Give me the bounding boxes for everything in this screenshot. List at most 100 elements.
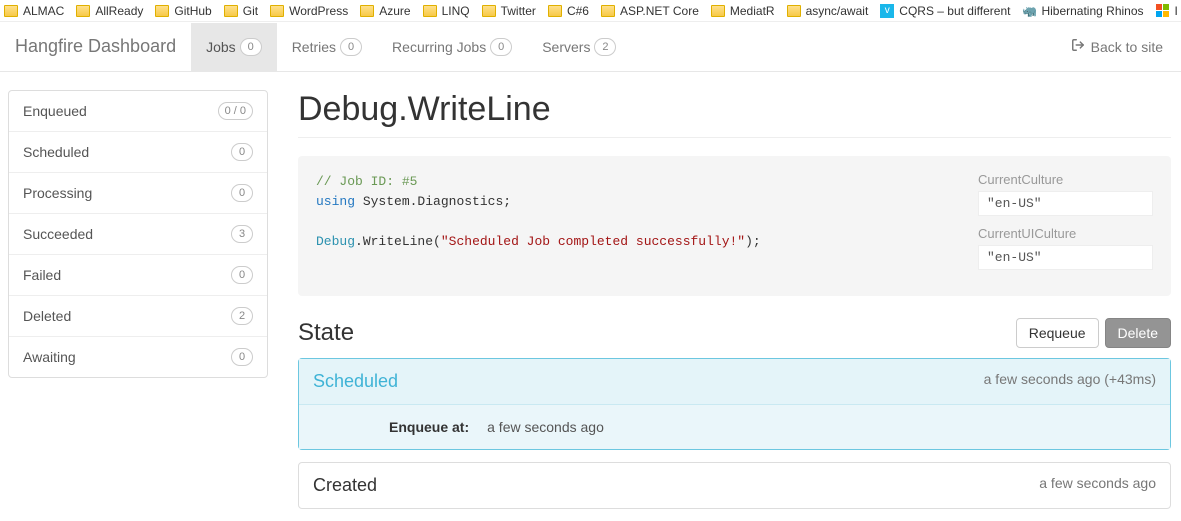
sidebar-item-count: 2 [231,307,253,325]
page-title: Debug.WriteLine [298,90,1171,129]
sidebar-item-label: Scheduled [23,144,89,160]
bookmark-item[interactable]: I [1156,4,1178,18]
bookmark-label: GitHub [174,4,211,18]
panel-title: Scheduled [313,371,398,392]
folder-icon [601,5,615,17]
state-heading: State [298,319,354,347]
nav-tab-retries[interactable]: Retries0 [277,23,377,71]
culture-label: CurrentCulture [978,172,1153,187]
top-navbar: Hangfire Dashboard Jobs0Retries0Recurrin… [0,22,1181,72]
code-keyword: using [316,194,355,209]
sign-out-icon [1071,38,1085,55]
tab-label: Jobs [206,39,236,55]
state-header: State Requeue Delete [298,318,1171,348]
sidebar-item-label: Processing [23,185,92,201]
bookmark-item[interactable]: GitHub [155,4,211,18]
bookmark-item[interactable]: AllReady [76,4,143,18]
bookmark-item[interactable]: Azure [360,4,410,18]
sidebar-item-label: Awaiting [23,349,76,365]
bookmark-label: ALMAC [23,4,64,18]
bookmark-item[interactable]: vCQRS – but different [880,4,1010,18]
state-panel-scheduled: Scheduleda few seconds ago (+43ms)Enqueu… [298,358,1171,450]
bookmark-item[interactable]: ALMAC [4,4,64,18]
code-class: Debug [316,234,355,249]
sidebar-item-failed[interactable]: Failed 0 [9,255,267,296]
panel-body-value: a few seconds ago [487,419,604,435]
bookmark-label: I [1175,4,1178,18]
code-string: "Scheduled Job completed successfully!" [441,234,745,249]
tab-count: 0 [490,38,512,56]
back-to-site-link[interactable]: Back to site [1053,23,1181,70]
sidebar-item-label: Succeeded [23,226,93,242]
sidebar-item-count: 3 [231,225,253,243]
folder-icon [482,5,496,17]
bookmark-label: async/await [806,4,869,18]
panel-title: Created [313,475,377,496]
bookmark-label: WordPress [289,4,348,18]
job-code-block: // Job ID: #5 using System.Diagnostics; … [298,156,1171,296]
back-to-site-label: Back to site [1091,39,1163,55]
folder-icon [4,5,18,17]
bookmarks-bar: ALMAC AllReady GitHub Git WordPress Azure LINQ… [0,0,1181,22]
bookmark-item[interactable]: MediatR [711,4,775,18]
panel-time: a few seconds ago [1039,475,1156,491]
sidebar-item-count: 0 [231,184,253,202]
bookmark-item[interactable]: Git [224,4,258,18]
bookmark-item[interactable]: Twitter [482,4,536,18]
tab-count: 2 [594,38,616,56]
bookmark-label: Twitter [501,4,536,18]
folder-icon [155,5,169,17]
main-content: Debug.WriteLine // Job ID: #5 using Syst… [298,90,1171,521]
bookmark-label: LINQ [442,4,470,18]
code-namespace: System.Diagnostics [363,194,503,209]
sidebar-item-deleted[interactable]: Deleted 2 [9,296,267,337]
state-panels: Scheduleda few seconds ago (+43ms)Enqueu… [298,358,1171,509]
sidebar-item-scheduled[interactable]: Scheduled 0 [9,132,267,173]
sidebar-item-label: Deleted [23,308,71,324]
folder-icon [224,5,238,17]
requeue-button[interactable]: Requeue [1016,318,1099,348]
tab-label: Recurring Jobs [392,39,486,55]
nav-tabs: Jobs0Retries0Recurring Jobs0Servers2 [191,23,631,71]
bookmark-item[interactable]: LINQ [423,4,470,18]
bookmark-item[interactable]: async/await [787,4,869,18]
sidebar-item-count: 0 [231,348,253,366]
sidebar-item-processing[interactable]: Processing 0 [9,173,267,214]
brand[interactable]: Hangfire Dashboard [0,22,191,71]
panel-body: Enqueue at: a few seconds ago [299,405,1170,449]
rhino-icon: 🦏 [1022,4,1036,18]
microsoft-icon [1156,4,1170,18]
sidebar-item-enqueued[interactable]: Enqueued 0 / 0 [9,91,267,132]
bookmark-label: MediatR [730,4,775,18]
panel-body-key: Enqueue at: [389,419,469,435]
folder-icon [423,5,437,17]
code-comment: // Job ID: #5 [316,174,417,189]
folder-icon [76,5,90,17]
divider [298,137,1171,138]
folder-icon [711,5,725,17]
sidebar-item-label: Failed [23,267,61,283]
bookmark-item[interactable]: WordPress [270,4,348,18]
nav-tab-servers[interactable]: Servers2 [527,23,631,71]
bookmark-item[interactable]: 🦏Hibernating Rhinos [1022,4,1143,18]
folder-icon [270,5,284,17]
sidebar-item-awaiting[interactable]: Awaiting 0 [9,337,267,377]
sidebar: Enqueued 0 / 0 Scheduled 0 Processing 0 Succee… [8,90,268,378]
sidebar-item-count: 0 [231,143,253,161]
bookmark-item[interactable]: C#6 [548,4,589,18]
tab-count: 0 [240,38,262,56]
bookmark-label: C#6 [567,4,589,18]
tab-label: Servers [542,39,590,55]
bookmark-label: Azure [379,4,410,18]
sidebar-item-succeeded[interactable]: Succeeded 3 [9,214,267,255]
job-code: // Job ID: #5 using System.Diagnostics; … [316,172,958,280]
sidebar-item-count: 0 / 0 [218,102,253,120]
bookmark-label: CQRS – but different [899,4,1010,18]
nav-tab-recurring-jobs[interactable]: Recurring Jobs0 [377,23,527,71]
folder-icon [548,5,562,17]
nav-tab-jobs[interactable]: Jobs0 [191,23,277,71]
bookmark-item[interactable]: ASP.NET Core [601,4,699,18]
sidebar-item-count: 0 [231,266,253,284]
sidebar-item-label: Enqueued [23,103,87,119]
delete-button[interactable]: Delete [1105,318,1171,348]
